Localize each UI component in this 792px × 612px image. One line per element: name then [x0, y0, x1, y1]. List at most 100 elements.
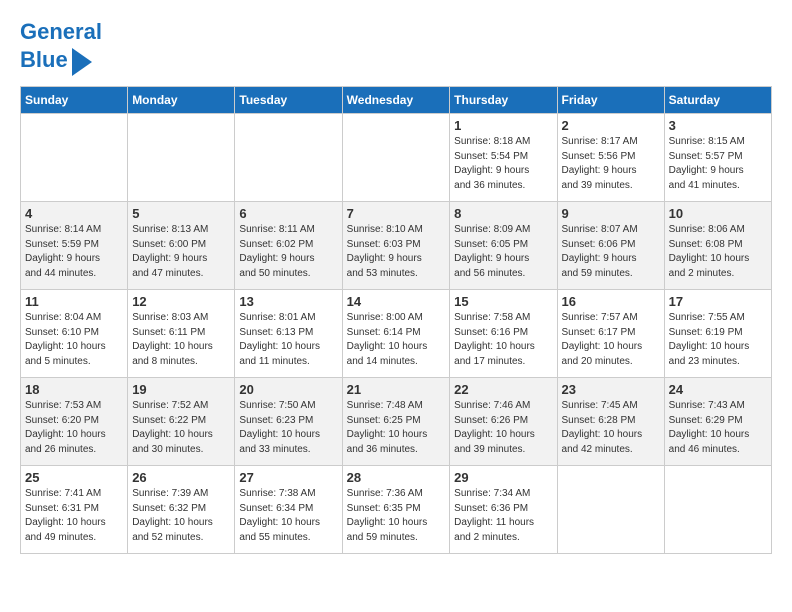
day-info: Sunrise: 8:14 AM Sunset: 5:59 PM Dayligh… — [25, 223, 123, 281]
page-header: General Blue — [20, 20, 772, 76]
weekday-header-row: SundayMondayTuesdayWednesdayThursdayFrid… — [21, 87, 772, 114]
day-number: 20 — [239, 382, 337, 397]
day-number: 10 — [669, 206, 767, 221]
day-info: Sunrise: 8:10 AM Sunset: 6:03 PM Dayligh… — [347, 223, 446, 281]
day-info: Sunrise: 7:57 AM Sunset: 6:17 PM Dayligh… — [562, 311, 660, 369]
day-number: 9 — [562, 206, 660, 221]
calendar-day-cell: 3Sunrise: 8:15 AM Sunset: 5:57 PM Daylig… — [664, 114, 771, 202]
logo-text: General Blue — [20, 20, 102, 76]
calendar-day-cell: 2Sunrise: 8:17 AM Sunset: 5:56 PM Daylig… — [557, 114, 664, 202]
day-number: 16 — [562, 294, 660, 309]
day-number: 14 — [347, 294, 446, 309]
day-info: Sunrise: 8:01 AM Sunset: 6:13 PM Dayligh… — [239, 311, 337, 369]
calendar-day-cell: 1 Sunrise: 8:18 AM Sunset: 5:54 PM Daylig… — [450, 114, 557, 202]
calendar-day-cell: 22 Sunrise: 7:46 AM Sunset: 6:26 PM Dayli… — [450, 378, 557, 466]
calendar-day-cell — [235, 114, 342, 202]
day-info: Sunrise: 7:50 AM Sunset: 6:23 PM Dayligh… — [239, 399, 337, 457]
day-info: Sunrise: 7:53 AM Sunset: 6:20 PM Dayligh… — [25, 399, 123, 457]
day-info: Sunrise: 7:36 AM Sunset: 6:35 PM Dayligh… — [347, 487, 446, 545]
calendar-day-cell: 21 Sunrise: 7:48 AM Sunset: 6:25 PM Dayli… — [342, 378, 450, 466]
logo-arrow-icon — [72, 48, 92, 76]
calendar-day-cell: 25Sunrise: 7:41 AM Sunset: 6:31 PM Dayli… — [21, 466, 128, 554]
day-number: 1 — [454, 118, 552, 133]
calendar-day-cell: 18Sunrise: 7:53 AM Sunset: 6:20 PM Dayli… — [21, 378, 128, 466]
calendar-day-cell: 4 Sunrise: 8:14 AM Sunset: 5:59 PM Daylig… — [21, 202, 128, 290]
weekday-header-cell: Saturday — [664, 87, 771, 114]
day-info: Sunrise: 8:06 AM Sunset: 6:08 PM Dayligh… — [669, 223, 767, 281]
calendar-day-cell: 24Sunrise: 7:43 AM Sunset: 6:29 PM Dayli… — [664, 378, 771, 466]
day-info: Sunrise: 7:41 AM Sunset: 6:31 PM Dayligh… — [25, 487, 123, 545]
weekday-header-cell: Sunday — [21, 87, 128, 114]
calendar-day-cell — [128, 114, 235, 202]
calendar-table: SundayMondayTuesdayWednesdayThursdayFrid… — [20, 86, 772, 554]
calendar-day-cell: 14 Sunrise: 8:00 AM Sunset: 6:14 PM Dayli… — [342, 290, 450, 378]
calendar-day-cell: 20 Sunrise: 7:50 AM Sunset: 6:23 PM Dayli… — [235, 378, 342, 466]
calendar-day-cell: 8 Sunrise: 8:09 AM Sunset: 6:05 PM Daylig… — [450, 202, 557, 290]
logo: General Blue — [20, 20, 102, 76]
calendar-day-cell: 12Sunrise: 8:03 AM Sunset: 6:11 PM Dayli… — [128, 290, 235, 378]
day-info: Sunrise: 8:17 AM Sunset: 5:56 PM Dayligh… — [562, 135, 660, 193]
day-number: 28 — [347, 470, 446, 485]
day-number: 23 — [562, 382, 660, 397]
weekday-header-cell: Thursday — [450, 87, 557, 114]
day-info: Sunrise: 8:11 AM Sunset: 6:02 PM Dayligh… — [239, 223, 337, 281]
day-info: Sunrise: 8:15 AM Sunset: 5:57 PM Dayligh… — [669, 135, 767, 193]
day-number: 11 — [25, 294, 123, 309]
calendar-day-cell: 26 Sunrise: 7:39 AM Sunset: 6:32 PM Dayli… — [128, 466, 235, 554]
day-info: Sunrise: 7:45 AM Sunset: 6:28 PM Dayligh… — [562, 399, 660, 457]
calendar-day-cell: 9 Sunrise: 8:07 AM Sunset: 6:06 PM Daylig… — [557, 202, 664, 290]
calendar-week-row: 4 Sunrise: 8:14 AM Sunset: 5:59 PM Daylig… — [21, 202, 772, 290]
day-number: 4 — [25, 206, 123, 221]
day-number: 22 — [454, 382, 552, 397]
weekday-header-cell: Friday — [557, 87, 664, 114]
calendar-day-cell: 19 Sunrise: 7:52 AM Sunset: 6:22 PM Dayli… — [128, 378, 235, 466]
calendar-day-cell: 23 Sunrise: 7:45 AM Sunset: 6:28 PM Dayli… — [557, 378, 664, 466]
day-info: Sunrise: 7:58 AM Sunset: 6:16 PM Dayligh… — [454, 311, 552, 369]
day-info: Sunrise: 8:04 AM Sunset: 6:10 PM Dayligh… — [25, 311, 123, 369]
calendar-day-cell — [557, 466, 664, 554]
day-number: 8 — [454, 206, 552, 221]
calendar-day-cell: 5 Sunrise: 8:13 AM Sunset: 6:00 PM Daylig… — [128, 202, 235, 290]
calendar-day-cell: 28 Sunrise: 7:36 AM Sunset: 6:35 PM Dayli… — [342, 466, 450, 554]
day-number: 15 — [454, 294, 552, 309]
day-number: 6 — [239, 206, 337, 221]
day-number: 21 — [347, 382, 446, 397]
day-number: 29 — [454, 470, 552, 485]
calendar-day-cell: 6 Sunrise: 8:11 AM Sunset: 6:02 PM Daylig… — [235, 202, 342, 290]
day-number: 13 — [239, 294, 337, 309]
calendar-body: 1 Sunrise: 8:18 AM Sunset: 5:54 PM Daylig… — [21, 114, 772, 554]
day-info: Sunrise: 7:46 AM Sunset: 6:26 PM Dayligh… — [454, 399, 552, 457]
day-number: 27 — [239, 470, 337, 485]
calendar-day-cell: 11 Sunrise: 8:04 AM Sunset: 6:10 PM Dayli… — [21, 290, 128, 378]
day-number: 24 — [669, 382, 767, 397]
calendar-day-cell — [21, 114, 128, 202]
day-info: Sunrise: 7:55 AM Sunset: 6:19 PM Dayligh… — [669, 311, 767, 369]
calendar-week-row: 25Sunrise: 7:41 AM Sunset: 6:31 PM Dayli… — [21, 466, 772, 554]
calendar-day-cell: 15 Sunrise: 7:58 AM Sunset: 6:16 PM Dayli… — [450, 290, 557, 378]
day-info: Sunrise: 8:00 AM Sunset: 6:14 PM Dayligh… — [347, 311, 446, 369]
calendar-week-row: 11 Sunrise: 8:04 AM Sunset: 6:10 PM Dayli… — [21, 290, 772, 378]
day-info: Sunrise: 7:39 AM Sunset: 6:32 PM Dayligh… — [132, 487, 230, 545]
weekday-header-cell: Tuesday — [235, 87, 342, 114]
day-info: Sunrise: 8:13 AM Sunset: 6:00 PM Dayligh… — [132, 223, 230, 281]
weekday-header-cell: Wednesday — [342, 87, 450, 114]
day-info: Sunrise: 7:48 AM Sunset: 6:25 PM Dayligh… — [347, 399, 446, 457]
calendar-day-cell — [342, 114, 450, 202]
calendar-day-cell: 16 Sunrise: 7:57 AM Sunset: 6:17 PM Dayli… — [557, 290, 664, 378]
calendar-week-row: 1 Sunrise: 8:18 AM Sunset: 5:54 PM Daylig… — [21, 114, 772, 202]
day-info: Sunrise: 8:03 AM Sunset: 6:11 PM Dayligh… — [132, 311, 230, 369]
calendar-day-cell: 13 Sunrise: 8:01 AM Sunset: 6:13 PM Dayli… — [235, 290, 342, 378]
calendar-day-cell: 10 Sunrise: 8:06 AM Sunset: 6:08 PM Dayli… — [664, 202, 771, 290]
day-info: Sunrise: 7:38 AM Sunset: 6:34 PM Dayligh… — [239, 487, 337, 545]
day-number: 5 — [132, 206, 230, 221]
day-info: Sunrise: 8:07 AM Sunset: 6:06 PM Dayligh… — [562, 223, 660, 281]
weekday-header-cell: Monday — [128, 87, 235, 114]
day-info: Sunrise: 8:18 AM Sunset: 5:54 PM Dayligh… — [454, 135, 552, 193]
day-info: Sunrise: 7:52 AM Sunset: 6:22 PM Dayligh… — [132, 399, 230, 457]
day-number: 19 — [132, 382, 230, 397]
day-number: 26 — [132, 470, 230, 485]
day-info: Sunrise: 8:09 AM Sunset: 6:05 PM Dayligh… — [454, 223, 552, 281]
day-number: 7 — [347, 206, 446, 221]
day-info: Sunrise: 7:34 AM Sunset: 6:36 PM Dayligh… — [454, 487, 552, 545]
day-number: 17 — [669, 294, 767, 309]
